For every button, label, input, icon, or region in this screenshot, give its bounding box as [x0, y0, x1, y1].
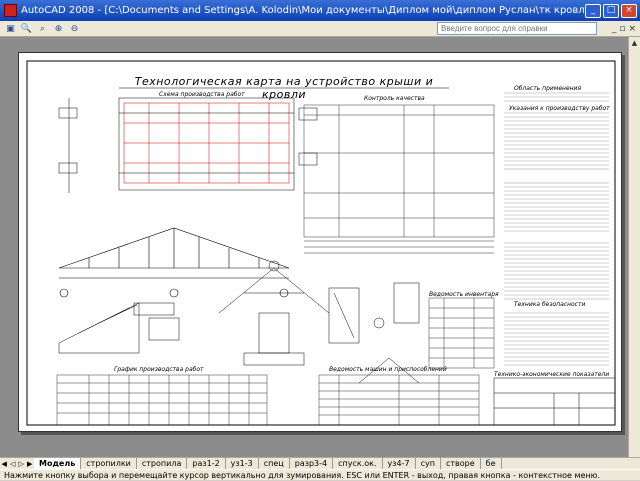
plan-scheme	[123, 102, 290, 184]
inventory-table	[428, 297, 495, 369]
scope-label: Область применения	[514, 85, 582, 92]
drawing-sheet: Технологическая карта на устройство крыш…	[18, 52, 622, 432]
scheme-label: Схема производства работ	[159, 91, 245, 98]
graph-label: График производства работ	[114, 366, 204, 373]
maximize-button[interactable]: □	[603, 3, 619, 18]
truss-section	[58, 227, 290, 298]
teep-label: Технико-экономические показатели	[494, 371, 610, 378]
title-block	[493, 377, 616, 426]
work-schedule-table	[56, 374, 268, 426]
tab-layout[interactable]: стропилки	[81, 458, 137, 469]
title-bar: AutoCAD 2008 - [C:\Documents and Setting…	[0, 0, 640, 21]
scroll-up-icon[interactable]: ▲	[629, 37, 640, 49]
layout-tabs: ◀ ◁ ▷ ▶ Модель стропилки стропила раз1-2…	[0, 457, 640, 469]
autocad-app-icon[interactable]	[4, 4, 17, 17]
zoom-realtime-icon[interactable]: 🔍	[20, 23, 33, 35]
tab-layout[interactable]: спуск.ок.	[333, 458, 383, 469]
tab-model[interactable]: Модель	[34, 458, 82, 469]
doc-minimize-icon[interactable]: _	[612, 24, 617, 34]
tab-layout[interactable]: бе	[480, 458, 502, 469]
window-title: AutoCAD 2008 - [C:\Documents and Setting…	[21, 5, 585, 16]
tab-layout[interactable]: уз4-7	[382, 458, 416, 469]
tab-layout[interactable]: уз1-3	[225, 458, 259, 469]
minimize-button[interactable]: _	[585, 3, 601, 18]
node-details	[218, 260, 420, 384]
tab-layout[interactable]: створе	[440, 458, 481, 469]
tab-last-icon[interactable]: ▶	[27, 460, 32, 468]
zoom-out-icon[interactable]: ⊖	[68, 23, 81, 35]
tab-layout[interactable]: спец	[258, 458, 290, 469]
tab-layout[interactable]: раз1-2	[187, 458, 226, 469]
help-search-input[interactable]	[437, 22, 597, 35]
quality-control-table	[303, 104, 495, 254]
tab-layout[interactable]: суп	[415, 458, 441, 469]
zoom-previous-icon[interactable]: ⊕	[52, 23, 65, 35]
volume-label: Ведомость инвентаря	[429, 291, 499, 298]
equipment-table	[318, 374, 480, 426]
tab-layout[interactable]: разр3-4	[289, 458, 334, 469]
tab-navigation: ◀ ◁ ▷ ▶	[0, 458, 34, 469]
control-label: Контроль качества	[364, 95, 425, 102]
doc-close-icon[interactable]: ×	[628, 24, 636, 34]
close-button[interactable]: ×	[621, 3, 637, 18]
instructions-label: Указания к производству работ	[509, 105, 610, 112]
tab-first-icon[interactable]: ◀	[2, 460, 7, 468]
tab-prev-icon[interactable]: ◁	[10, 460, 15, 468]
tab-next-icon[interactable]: ▷	[19, 460, 24, 468]
doc-restore-icon[interactable]: ▫	[619, 24, 625, 34]
tab-layout[interactable]: стропила	[136, 458, 188, 469]
equipment-label: Ведомость машин и приспособлений	[329, 366, 447, 373]
zoom-window-icon[interactable]: ⌕	[36, 23, 49, 35]
status-bar: Нажмите кнопку выбора и перемещайте курс…	[0, 469, 640, 480]
app-menu-icon[interactable]: ▣	[4, 23, 17, 35]
vertical-scrollbar[interactable]: ▲	[628, 37, 640, 457]
standard-toolbar: ▣ 🔍 ⌕ ⊕ ⊖ _ ▫ ×	[0, 21, 640, 37]
safety-label: Техника безопасности	[514, 301, 586, 308]
